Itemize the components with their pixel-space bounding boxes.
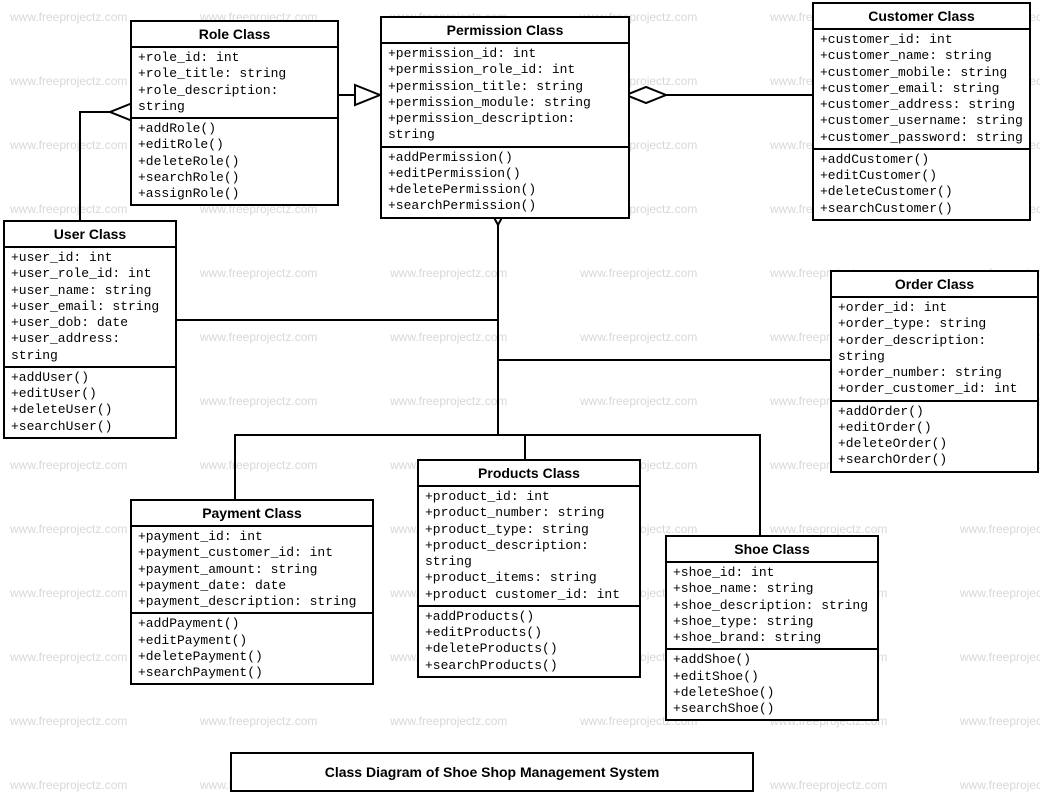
class-products: Products Class +product_id: int+product_…: [417, 459, 641, 678]
class-attrs: +payment_id: int+payment_customer_id: in…: [132, 527, 372, 614]
class-ops: +addRole()+editRole()+deleteRole()+searc…: [132, 119, 337, 204]
class-payment: Payment Class +payment_id: int+payment_c…: [130, 499, 374, 685]
class-title: Permission Class: [382, 18, 628, 44]
class-attrs: +role_id: int+role_title: string+role_de…: [132, 48, 337, 119]
diagram-caption: Class Diagram of Shoe Shop Management Sy…: [230, 752, 754, 792]
class-attrs: +customer_id: int+customer_name: string+…: [814, 30, 1029, 150]
class-permission: Permission Class +permission_id: int+per…: [380, 16, 630, 219]
class-attrs: +permission_id: int+permission_role_id: …: [382, 44, 628, 148]
class-title: Order Class: [832, 272, 1037, 298]
class-title: Role Class: [132, 22, 337, 48]
class-attrs: +order_id: int+order_type: string+order_…: [832, 298, 1037, 402]
class-title: Products Class: [419, 461, 639, 487]
class-ops: +addPayment()+editPayment()+deletePaymen…: [132, 614, 372, 683]
class-ops: +addPermission()+editPermission()+delete…: [382, 148, 628, 217]
class-customer: Customer Class +customer_id: int+custome…: [812, 2, 1031, 221]
class-attrs: +product_id: int+product_number: string+…: [419, 487, 639, 607]
class-order: Order Class +order_id: int+order_type: s…: [830, 270, 1039, 473]
class-role: Role Class +role_id: int+role_title: str…: [130, 20, 339, 206]
class-ops: +addProducts()+editProducts()+deleteProd…: [419, 607, 639, 676]
class-ops: +addOrder()+editOrder()+deleteOrder()+se…: [832, 402, 1037, 471]
class-attrs: +user_id: int+user_role_id: int+user_nam…: [5, 248, 175, 368]
class-attrs: +shoe_id: int+shoe_name: string+shoe_des…: [667, 563, 877, 650]
class-shoe: Shoe Class +shoe_id: int+shoe_name: stri…: [665, 535, 879, 721]
class-ops: +addCustomer()+editCustomer()+deleteCust…: [814, 150, 1029, 219]
class-title: User Class: [5, 222, 175, 248]
class-ops: +addShoe()+editShoe()+deleteShoe()+searc…: [667, 650, 877, 719]
class-user: User Class +user_id: int+user_role_id: i…: [3, 220, 177, 439]
class-ops: +addUser()+editUser()+deleteUser()+searc…: [5, 368, 175, 437]
class-title: Shoe Class: [667, 537, 877, 563]
class-title: Payment Class: [132, 501, 372, 527]
class-title: Customer Class: [814, 4, 1029, 30]
